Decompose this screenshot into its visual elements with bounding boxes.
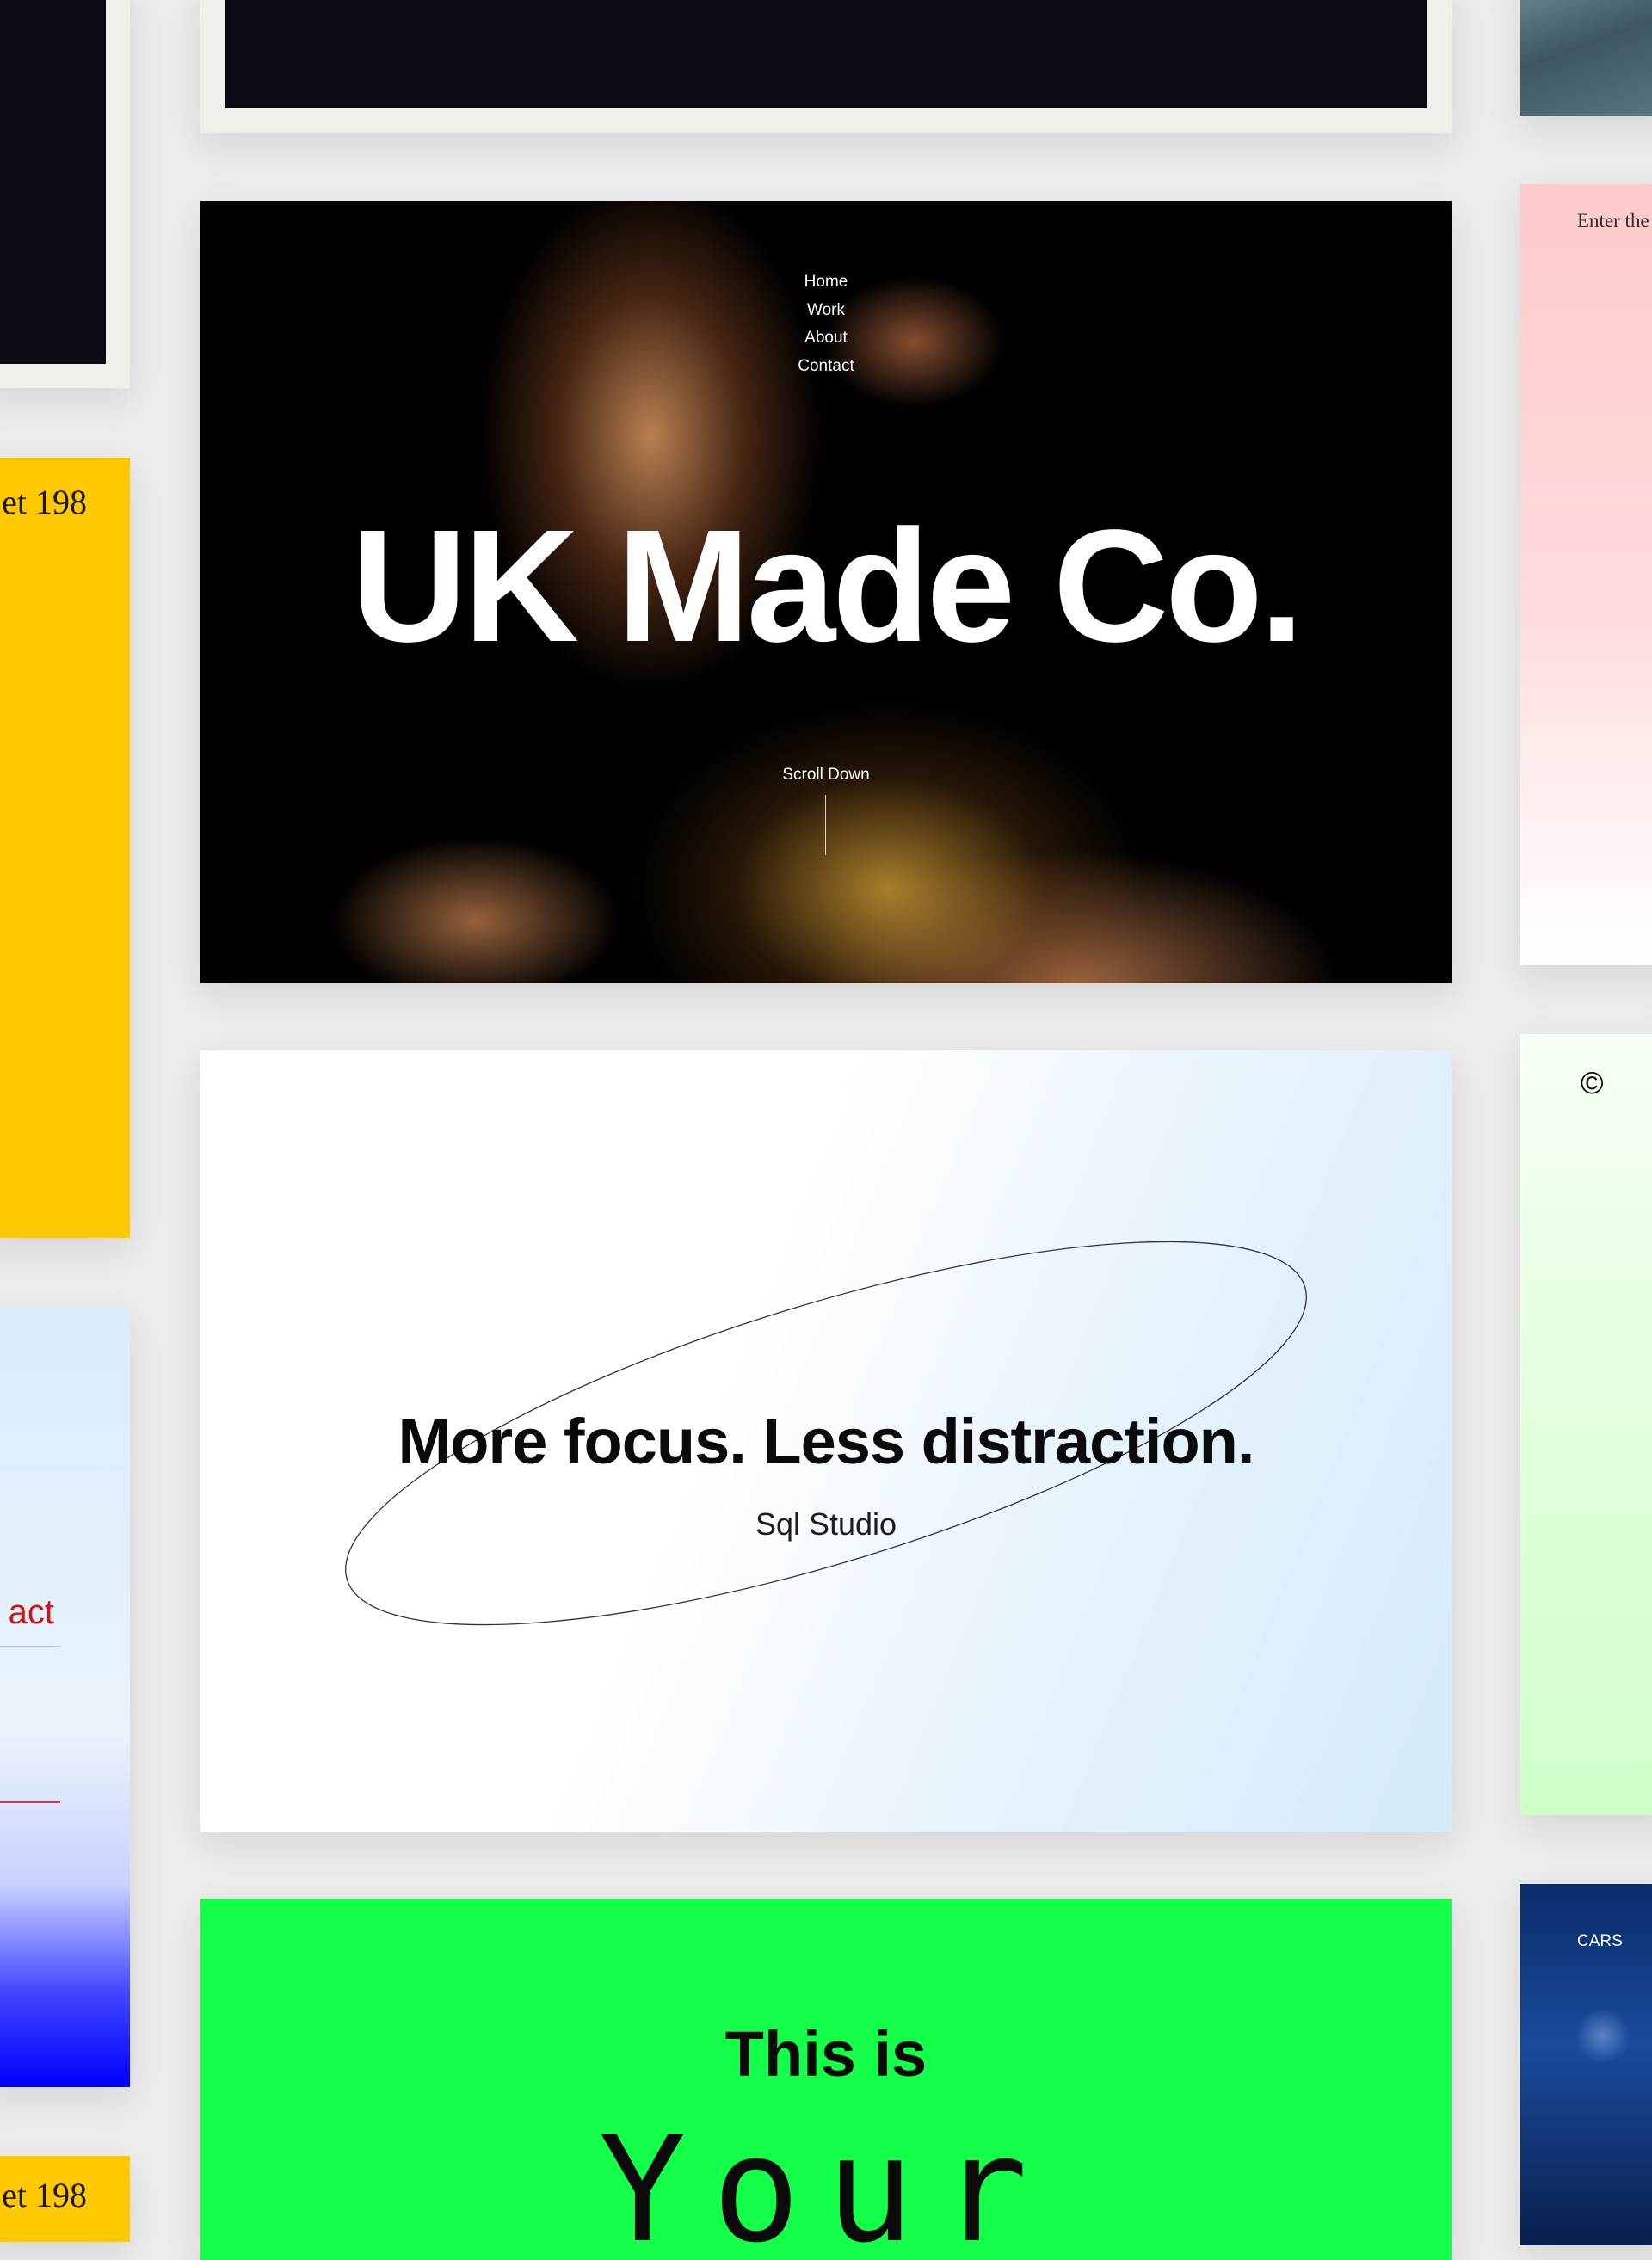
scroll-down-link[interactable]: Scroll Down — [200, 766, 1452, 785]
dark-screen — [0, 0, 106, 364]
hero-title: UK Made Co. — [351, 497, 1304, 675]
cars-label: CARS — [1577, 1932, 1623, 1950]
left-blue-card-thumbnail[interactable]: act — [0, 1308, 130, 2087]
right-pink-card-thumbnail[interactable]: Enter the — [1520, 184, 1652, 965]
left-yellow-card-2-thumbnail[interactable]: et 198 — [0, 2156, 130, 2242]
green-card-line-2: Your — [598, 2105, 1054, 2260]
green-card[interactable]: This is Your — [200, 1899, 1452, 2260]
pink-card-text: Enter the — [1577, 210, 1649, 231]
dark-screen — [225, 0, 1427, 108]
divider — [0, 1646, 60, 1647]
nav-work-link[interactable]: Work — [200, 297, 1452, 325]
red-divider — [0, 1801, 60, 1803]
studio-name: Sql Studio — [755, 1506, 897, 1542]
contact-label: act — [8, 1593, 54, 1631]
sql-studio-card[interactable]: More focus. Less distraction. Sql Studio — [200, 1050, 1452, 1832]
left-yellow-card-thumbnail[interactable]: et 198 — [0, 458, 130, 1238]
nav-about-link[interactable]: About — [200, 324, 1452, 353]
right-cars-card-thumbnail[interactable]: CARS — [1520, 1884, 1652, 2245]
copyright-icon: © — [1581, 1065, 1604, 1100]
left-dark-card-thumbnail[interactable] — [0, 0, 130, 388]
yellow-card-text: et 198 — [2, 483, 87, 521]
nav-home-link[interactable]: Home — [200, 268, 1452, 297]
site-nav: Home Work About Contact — [200, 268, 1452, 380]
right-water-card-thumbnail[interactable] — [1520, 0, 1652, 116]
yellow-card-2-text: et 198 — [2, 2176, 87, 2214]
green-card-line-1: This is — [724, 2018, 928, 2090]
focus-headline: More focus. Less distraction. — [398, 1406, 1255, 1477]
right-green-card-thumbnail[interactable]: © — [1520, 1034, 1652, 1815]
scroll-indicator-line — [825, 795, 826, 855]
nav-contact-link[interactable]: Contact — [200, 353, 1452, 381]
uk-made-co-card[interactable]: Home Work About Contact UK Made Co. Scro… — [200, 201, 1452, 983]
center-top-card-thumbnail[interactable] — [200, 0, 1452, 133]
